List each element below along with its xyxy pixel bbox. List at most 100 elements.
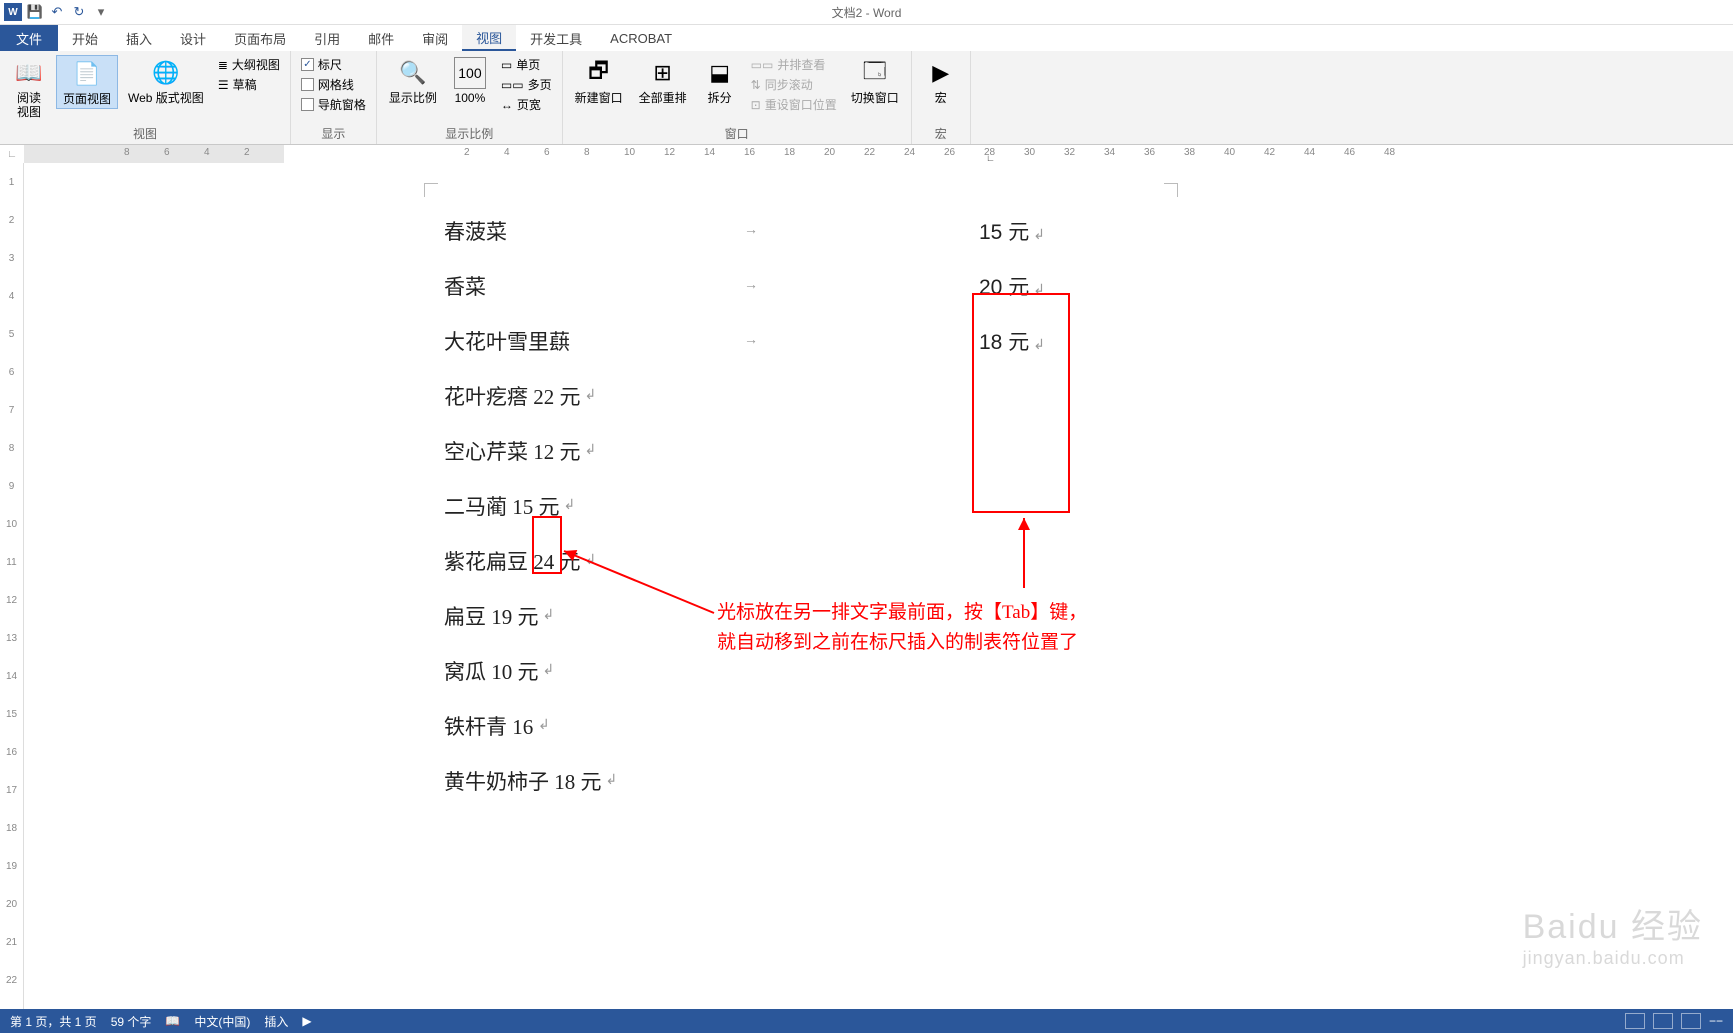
tab-dev[interactable]: 开发工具 xyxy=(516,25,596,51)
zoom-out-button[interactable]: −− xyxy=(1709,1014,1723,1028)
document-canvas[interactable]: 春菠菜→15 元↲香菜→20 元↲大花叶雪里蕻→18 元↲花叶疙瘩 22 元↲空… xyxy=(24,163,1733,1009)
margin-crop-tr xyxy=(1164,183,1178,197)
side-by-side-button[interactable]: ▭▭并排查看 xyxy=(747,55,841,74)
qat-customize-dropdown[interactable]: ▾ xyxy=(92,3,110,21)
group-views: 📖 阅读 视图 📄 页面视图 🌐 Web 版式视图 ≣大纲视图 ☰草稿 视图 xyxy=(0,51,291,144)
page-width-label: 页宽 xyxy=(517,96,541,113)
group-zoom-label: 显示比例 xyxy=(383,125,556,142)
switch-window-button[interactable]: 🗔 切换窗口 xyxy=(845,55,905,107)
ruler-checkbox[interactable]: 标尺 xyxy=(297,55,370,74)
side-by-side-label: 并排查看 xyxy=(777,56,825,73)
status-page[interactable]: 第 1 页，共 1 页 xyxy=(10,1013,97,1030)
tab-layout[interactable]: 页面布局 xyxy=(220,25,300,51)
print-layout-mode-button[interactable] xyxy=(1653,1013,1673,1029)
new-window-icon: 🗗 xyxy=(583,57,615,89)
doc-line-inline[interactable]: 花叶疙瘩 22 元↲ xyxy=(444,368,1064,423)
ruler-label: 标尺 xyxy=(318,56,342,73)
draft-view-button[interactable]: ☰草稿 xyxy=(214,75,284,94)
vertical-ruler[interactable]: 12345678910111213141516171819202122 xyxy=(0,163,24,1009)
paragraph-mark-icon: ↲ xyxy=(585,552,597,569)
status-macro-icon[interactable]: ▶ xyxy=(302,1014,311,1028)
web-layout-label: Web 版式视图 xyxy=(128,91,204,105)
horizontal-ruler[interactable]: ∟ 86422468101214161820222426283032343638… xyxy=(24,145,1733,163)
read-mode-button[interactable] xyxy=(1625,1013,1645,1029)
status-mode[interactable]: 插入 xyxy=(264,1013,288,1030)
macros-button[interactable]: ▶ 宏 xyxy=(918,55,964,107)
tab-selector[interactable]: ∟ xyxy=(0,145,24,163)
item-name: 大花叶雪里蕻 xyxy=(444,326,570,356)
item-name: 香菜 xyxy=(444,271,534,301)
zoom-100-button[interactable]: 100 100% xyxy=(447,55,493,107)
status-language[interactable]: 中文(中国) xyxy=(194,1013,250,1030)
side-by-side-icon: ▭▭ xyxy=(751,58,774,72)
group-zoom: 🔍 显示比例 100 100% ▭单页 ▭▭多页 ↔ 页宽 显示比例 xyxy=(377,51,563,144)
checkbox-checked-icon xyxy=(301,58,314,71)
gridlines-checkbox[interactable]: 网格线 xyxy=(297,75,370,94)
paragraph-mark-icon: ↲ xyxy=(564,497,576,514)
doc-line-tabbed[interactable]: 香菜→20 元↲ xyxy=(444,258,1064,313)
arrange-all-icon: ⊞ xyxy=(647,57,679,89)
switch-window-icon: 🗔 xyxy=(859,57,891,89)
reset-position-button[interactable]: ⊡重设窗口位置 xyxy=(747,95,841,114)
outline-view-button[interactable]: ≣大纲视图 xyxy=(214,55,284,74)
split-icon: ⬓ xyxy=(704,57,736,89)
group-macros-label: 宏 xyxy=(918,125,964,142)
print-layout-button[interactable]: 📄 页面视图 xyxy=(56,55,118,109)
page-width-icon: ↔ xyxy=(501,98,513,112)
tab-view[interactable]: 视图 xyxy=(462,25,516,51)
web-layout-mode-button[interactable] xyxy=(1681,1013,1701,1029)
status-proofing-icon[interactable]: 📖 xyxy=(165,1014,180,1028)
sync-scroll-icon: ⇅ xyxy=(751,78,761,92)
window-title: 文档2 - Word xyxy=(832,4,902,21)
arrange-all-label: 全部重排 xyxy=(639,91,687,105)
read-view-button[interactable]: 📖 阅读 视图 xyxy=(6,55,52,122)
doc-line-tabbed[interactable]: 大花叶雪里蕻→18 元↲ xyxy=(444,313,1064,368)
navpane-checkbox[interactable]: 导航窗格 xyxy=(297,95,370,114)
group-show-label: 显示 xyxy=(297,125,370,142)
doc-line-tabbed[interactable]: 春菠菜→15 元↲ xyxy=(444,203,1064,258)
paragraph-mark-icon: ↲ xyxy=(543,662,555,679)
split-button[interactable]: ⬓ 拆分 xyxy=(697,55,743,107)
status-wordcount[interactable]: 59 个字 xyxy=(111,1013,152,1030)
new-window-button[interactable]: 🗗 新建窗口 xyxy=(569,55,629,107)
paragraph-mark-icon: ↲ xyxy=(585,442,597,459)
tab-insert[interactable]: 插入 xyxy=(112,25,166,51)
tab-home[interactable]: 开始 xyxy=(58,25,112,51)
print-layout-label: 页面视图 xyxy=(63,92,111,106)
arrange-all-button[interactable]: ⊞ 全部重排 xyxy=(633,55,693,107)
doc-line-inline[interactable]: 铁杆青 16↲ xyxy=(444,698,1064,753)
paragraph-mark-icon: ↲ xyxy=(606,772,618,789)
tab-arrow-icon: → xyxy=(744,223,758,239)
redo-button[interactable]: ↻ xyxy=(70,3,88,21)
navpane-label: 导航窗格 xyxy=(318,96,366,113)
tab-file[interactable]: 文件 xyxy=(0,25,58,51)
document-body[interactable]: 春菠菜→15 元↲香菜→20 元↲大花叶雪里蕻→18 元↲花叶疙瘩 22 元↲空… xyxy=(444,203,1064,808)
reset-position-label: 重设窗口位置 xyxy=(765,96,837,113)
annotation-line-1: 光标放在另一排文字最前面，按【Tab】键， xyxy=(717,598,1087,628)
word-icon: W xyxy=(4,3,22,21)
multi-page-button[interactable]: ▭▭多页 xyxy=(497,75,556,94)
item-name: 春菠菜 xyxy=(444,216,534,246)
watermark: Baidu 经验 jingyan.baidu.com xyxy=(1523,899,1703,969)
tab-acrobat[interactable]: ACROBAT xyxy=(596,25,686,51)
sync-scroll-button[interactable]: ⇅ 同步滚动 xyxy=(747,75,841,94)
tab-references[interactable]: 引用 xyxy=(300,25,354,51)
web-layout-button[interactable]: 🌐 Web 版式视图 xyxy=(122,55,210,107)
sync-scroll-label: 同步滚动 xyxy=(765,76,813,93)
group-show: 标尺 网格线 导航窗格 显示 xyxy=(291,51,377,144)
doc-line-inline[interactable]: 空心芹菜 12 元↲ xyxy=(444,423,1064,478)
print-layout-icon: 📄 xyxy=(71,58,103,90)
undo-button[interactable]: ↶ xyxy=(48,3,66,21)
save-button[interactable]: 💾 xyxy=(26,3,44,21)
page-width-button[interactable]: ↔ 页宽 xyxy=(497,95,556,114)
one-page-button[interactable]: ▭单页 xyxy=(497,55,556,74)
tab-design[interactable]: 设计 xyxy=(166,25,220,51)
zoom-100-icon: 100 xyxy=(454,57,486,89)
zoom-button[interactable]: 🔍 显示比例 xyxy=(383,55,443,107)
tab-mailings[interactable]: 邮件 xyxy=(354,25,408,51)
doc-line-inline[interactable]: 黄牛奶柿子 18 元↲ xyxy=(444,753,1064,808)
one-page-icon: ▭ xyxy=(501,58,512,72)
item-text: 黄牛奶柿子 18 元 xyxy=(444,766,602,796)
watermark-main: Baidu 经验 xyxy=(1523,899,1703,948)
tab-review[interactable]: 审阅 xyxy=(408,25,462,51)
